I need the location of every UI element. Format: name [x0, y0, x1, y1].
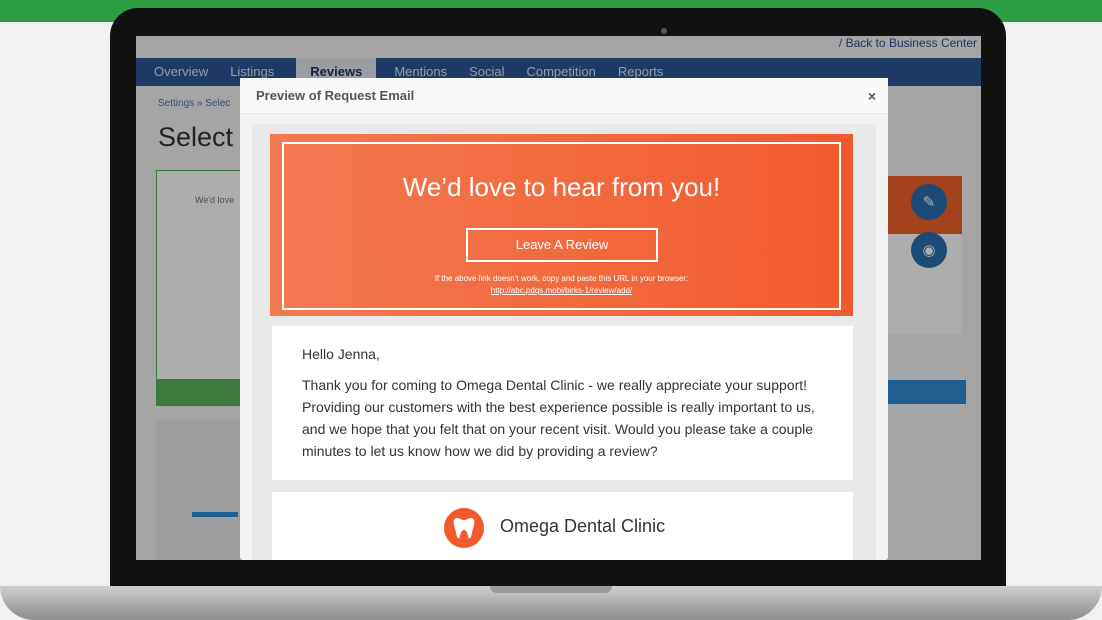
- clinic-card: Omega Dental Clinic: [272, 492, 853, 560]
- laptop-notch: [490, 586, 612, 593]
- clinic-name: Omega Dental Clinic: [500, 516, 666, 536]
- laptop-screen: / Back to Business Center Overview Listi…: [136, 36, 981, 560]
- close-icon[interactable]: ×: [868, 88, 876, 104]
- message-body: Thank you for coming to Omega Dental Cli…: [302, 377, 815, 459]
- camera-icon: [661, 28, 667, 34]
- leave-review-button[interactable]: Leave A Review: [466, 228, 658, 262]
- email-banner: We’d love to hear from you! Leave A Revi…: [270, 134, 853, 316]
- modal-header: Preview of Request Email ×: [240, 78, 888, 114]
- banner-frame: We’d love to hear from you! Leave A Revi…: [282, 142, 841, 310]
- tooth-icon: [444, 508, 484, 548]
- banner-heading: We’d love to hear from you!: [402, 172, 721, 202]
- review-url-link[interactable]: http://abc.pdqs.mobi/birks-1/review/add/: [284, 286, 839, 295]
- email-preview-body: We’d love to hear from you! Leave A Revi…: [252, 124, 876, 560]
- email-message: Hello Jenna, Thank you for coming to Ome…: [272, 326, 853, 480]
- modal-title: Preview of Request Email: [256, 88, 415, 103]
- greeting: Hello Jenna,: [302, 346, 380, 362]
- banner-note: If the above link doesn’t work, copy and…: [434, 274, 689, 283]
- preview-modal: Preview of Request Email × We’d love to …: [240, 78, 888, 560]
